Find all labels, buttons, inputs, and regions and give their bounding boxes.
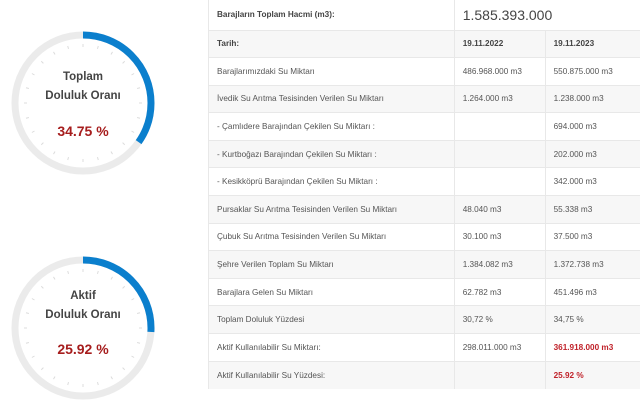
row-label: Aktif Kullanılabilir Su Miktarı:: [208, 333, 455, 362]
row-label: Toplam Doluluk Yüzdesi: [208, 305, 455, 334]
gauge-tick: [97, 45, 99, 50]
gauge-value: 25.92 %: [57, 341, 109, 357]
gauge-tick: [53, 51, 56, 55]
gauge-tick: [122, 60, 126, 64]
row-value-2022: 1.264.000 m3: [453, 84, 546, 113]
table-row: - Kurtboğazı Barajından Çekilen Su Mikta…: [208, 139, 640, 168]
date-column-2: 19.11.2023: [544, 29, 640, 58]
gauge-tick: [53, 151, 56, 155]
active-fill-gauge-ring: [11, 256, 155, 400]
gauge-tick: [40, 142, 44, 146]
table-row: Aktif Kullanılabilir Su Miktarı: 298.011…: [208, 333, 640, 362]
row-label: - Kesikköprü Barajından Çekilen Su Mikta…: [208, 167, 455, 196]
total-capacity-value: 1.585.393.000: [453, 0, 640, 30]
gauge-tick: [110, 376, 113, 380]
active-fill-gauge: Aktif Doluluk Oranı 25.92 %: [8, 253, 158, 403]
row-value-2023: 25.92 %: [544, 360, 640, 389]
row-value-2022: 486.968.000 m3: [453, 57, 546, 86]
row-label: Pursaklar Su Arıtma Tesisinden Verilen S…: [208, 195, 455, 224]
row-value-2023: 55.338 m3: [544, 195, 640, 224]
row-value-2022: 62.782 m3: [453, 277, 546, 306]
table-row: Barajlara Gelen Su Miktarı 62.782 m3 451…: [208, 277, 640, 306]
gauge-tick: [53, 376, 56, 380]
total-capacity-row: Barajların Toplam Hacmi (m3): 1.585.393.…: [208, 0, 640, 30]
gauge-title-line2: Doluluk Oranı: [45, 309, 121, 321]
row-value-2023: 550.875.000 m3: [544, 57, 640, 86]
gauge-tick: [67, 156, 69, 161]
table-row: - Kesikköprü Barajından Çekilen Su Mikta…: [208, 167, 640, 196]
row-label: Şehre Verilen Toplam Su Miktarı: [208, 250, 455, 279]
table-row: İvedik Su Arıtma Tesisinden Verilen Su M…: [208, 84, 640, 113]
row-label: Barajlara Gelen Su Miktarı: [208, 277, 455, 306]
row-value-2023: 694.000 m3: [544, 112, 640, 141]
gauge-title-line1: Aktif: [70, 290, 96, 302]
gauge-tick: [40, 60, 44, 64]
gauge-tick: [40, 367, 44, 371]
dam-statistics-table: Barajların Toplam Hacmi (m3): 1.585.393.…: [208, 0, 640, 389]
gauge-tick: [67, 270, 69, 275]
table-row: Pursaklar Su Arıtma Tesisinden Verilen S…: [208, 195, 640, 224]
row-value-2022: [453, 360, 546, 389]
row-value-2022: [453, 139, 546, 168]
date-column-1: 19.11.2022: [453, 29, 546, 58]
gauge-tick: [97, 381, 99, 386]
row-label: - Kurtboğazı Barajından Çekilen Su Mikta…: [208, 139, 455, 168]
gauge-tick: [122, 142, 126, 146]
gauge-tick: [67, 45, 69, 50]
gauge-tick: [97, 156, 99, 161]
gauge-tick: [67, 381, 69, 386]
total-fill-gauge: Toplam Doluluk Oranı 34.75 %: [8, 28, 158, 178]
row-value-2022: 1.384.082 m3: [453, 250, 546, 279]
row-value-2022: 30,72 %: [453, 305, 546, 334]
row-value-2022: [453, 112, 546, 141]
gauge-tick: [97, 270, 99, 275]
row-label: İvedik Su Arıtma Tesisinden Verilen Su M…: [208, 84, 455, 113]
row-value-2023: 1.238.000 m3: [544, 84, 640, 113]
table-row: - Çamlıdere Barajından Çekilen Su Miktar…: [208, 112, 640, 141]
row-value-2023: 202.000 m3: [544, 139, 640, 168]
table-row: Çubuk Su Arıtma Tesisinden Verilen Su Mi…: [208, 222, 640, 251]
gauge-tick: [53, 276, 56, 280]
row-value-2023: 342.000 m3: [544, 167, 640, 196]
table-row: Barajlarımızdaki Su Miktarı 486.968.000 …: [208, 57, 640, 86]
date-header-row: Tarih: 19.11.2022 19.11.2023: [208, 29, 640, 58]
gauge-tick: [136, 117, 141, 119]
gauge-tick: [110, 276, 113, 280]
total-capacity-label: Barajların Toplam Hacmi (m3):: [208, 0, 455, 30]
gauge-tick: [110, 51, 113, 55]
gauge-value: 34.75 %: [57, 123, 109, 139]
gauge-title-line1: Toplam: [62, 71, 104, 83]
gauge-tick: [25, 117, 30, 119]
row-value-2022: 48.040 m3: [453, 195, 546, 224]
row-value-2023: 34,75 %: [544, 305, 640, 334]
row-value-2023: 37.500 m3: [544, 222, 640, 251]
row-value-2022: 298.011.000 m3: [453, 333, 546, 362]
table-row: Toplam Doluluk Yüzdesi 30,72 % 34,75 %: [208, 305, 640, 334]
row-value-2022: 30.100 m3: [453, 222, 546, 251]
row-value-2023: 1.372.738 m3: [544, 250, 640, 279]
gauge-tick: [122, 367, 126, 371]
row-value-2022: [453, 167, 546, 196]
table-row: Şehre Verilen Toplam Su Miktarı 1.384.08…: [208, 250, 640, 279]
row-label: Aktif Kullanılabilir Su Yüzdesi:: [208, 360, 455, 389]
date-label: Tarih:: [208, 29, 455, 58]
row-label: Barajlarımızdaki Su Miktarı: [208, 57, 455, 86]
row-value-2023: 361.918.000 m3: [544, 333, 640, 362]
gauge-title-line2: Doluluk Oranı: [45, 90, 121, 102]
row-label: - Çamlıdere Barajından Çekilen Su Miktar…: [208, 112, 455, 141]
gauge-tick: [110, 151, 113, 155]
row-value-2023: 451.496 m3: [544, 277, 640, 306]
row-label: Çubuk Su Arıtma Tesisinden Verilen Su Mi…: [208, 222, 455, 251]
table-row: Aktif Kullanılabilir Su Yüzdesi: 25.92 %: [208, 360, 640, 389]
